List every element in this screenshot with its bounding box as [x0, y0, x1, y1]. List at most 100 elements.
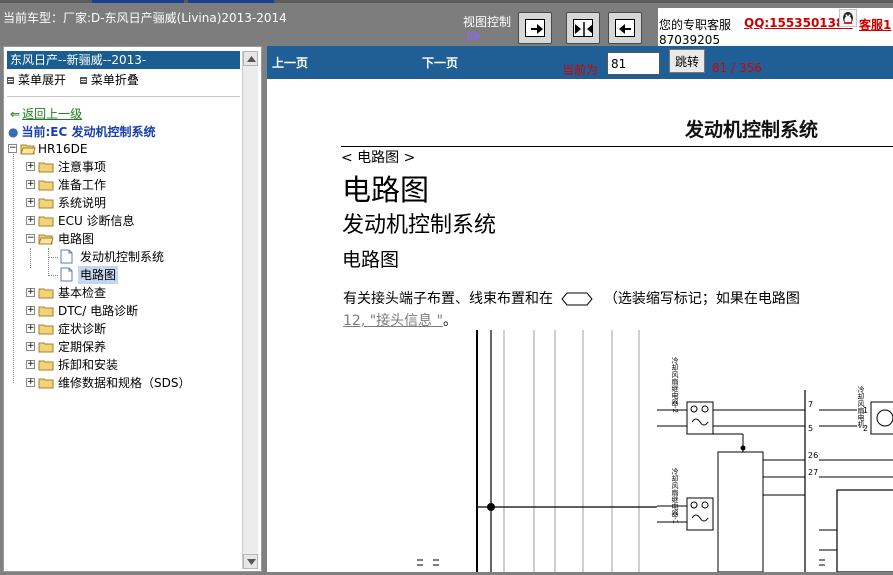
back-link-label: 返回上一级 — [22, 107, 83, 121]
pin-label: 5 — [808, 424, 813, 433]
pin-label: 26 — [808, 451, 818, 460]
doc-heading: 电路图 — [342, 249, 400, 271]
sidebar-scrollbar[interactable] — [242, 51, 258, 569]
tree-connector — [48, 275, 58, 276]
expand-icon[interactable]: + — [26, 324, 35, 333]
expand-icon[interactable]: + — [26, 180, 35, 189]
pin-label: 2 — [863, 424, 868, 433]
tree-connector — [48, 248, 49, 276]
menu-expand-button[interactable]: 菜单展开 — [7, 71, 66, 88]
pin-label: 27 — [808, 468, 818, 477]
document-icon — [60, 267, 73, 282]
view-expand-right-button[interactable] — [518, 12, 552, 44]
prev-page-link[interactable]: 上一页 — [272, 54, 308, 71]
view-split-center-button[interactable] — [566, 12, 600, 44]
service-label: 您的专职客服 — [659, 18, 732, 32]
sidebar-divider — [7, 96, 240, 97]
folder-icon — [38, 360, 54, 371]
qq-penguin-icon — [839, 9, 857, 27]
top-bar: 当前车型：厂家:D-东风日产骊威(Livina)2013-2014 视图控制 您… — [0, 0, 893, 46]
pin-label: 1 — [863, 406, 868, 415]
expand-icon[interactable]: + — [26, 288, 35, 297]
expand-icon[interactable]: + — [26, 360, 35, 369]
tree-node-label: 基本检查 — [58, 286, 107, 300]
folder-icon — [38, 288, 54, 299]
current-page-label: 当前为 — [562, 63, 599, 77]
tree-connector — [30, 248, 31, 268]
sidebar-title: 东风日产--新骊威--2013- — [7, 51, 240, 69]
folder-icon — [38, 198, 54, 209]
document-icon — [60, 249, 73, 264]
folder-open-icon — [38, 234, 54, 245]
doc-paragraph: 有关接头端子布置、线束布置和在 （选装缩写标记；如果在电路图 — [343, 288, 800, 308]
folder-icon — [38, 378, 54, 389]
menu-expand-label: 菜单展开 — [18, 73, 67, 87]
page-count: 81 / 356 — [712, 61, 762, 75]
tree-node-label: ECU 诊断信息 — [58, 214, 135, 228]
scroll-up-button[interactable] — [243, 51, 258, 66]
collapse-icon[interactable]: − — [26, 234, 35, 243]
service-qq-link[interactable]: QQ:1553501388 — [744, 16, 853, 30]
expand-icon[interactable]: + — [26, 378, 35, 387]
menu-collapse-label: 菜单折叠 — [90, 73, 139, 87]
view-control-label: 视图控制 — [463, 15, 512, 29]
tree-node-label: HR16DE — [38, 142, 88, 156]
goto-button[interactable]: 跳转 — [669, 49, 705, 73]
page-navbar: 上一页 下一页 当前为 跳转 81 / 356 — [267, 46, 893, 79]
tree-node-label: 准备工作 — [58, 178, 107, 192]
doc-header-rule — [341, 146, 893, 147]
doc-period: 。 — [443, 313, 458, 329]
scroll-down-button[interactable] — [243, 554, 258, 569]
top-accent-line — [0, 0, 893, 3]
tree-node-label: 维修数据和规格（SDS） — [58, 376, 191, 390]
expand-icon[interactable]: + — [26, 216, 35, 225]
expand-icon[interactable]: + — [26, 306, 35, 315]
menu-collapse-button[interactable]: 菜单折叠 — [79, 71, 139, 88]
current-section: ● 当前:EC 发动机控制系统 — [8, 123, 155, 140]
tree-node-label: 电路图 — [58, 232, 95, 246]
connector-info-link[interactable]: 12, "接头信息 "。 — [343, 310, 457, 330]
sidebar: 东风日产--新骊威--2013- 菜单展开 菜单折叠 ⇐ 返回上一级 ● 当前:EC… — [3, 46, 262, 572]
arrows-inward-icon — [575, 22, 593, 36]
tree-node-label: 系统说明 — [58, 196, 107, 210]
expand-icon[interactable]: + — [26, 198, 35, 207]
car-model-label: 当前车型：厂家:D-东风日产骊威(Livina)2013-2014 — [3, 11, 287, 25]
arrow-left-icon — [619, 24, 631, 34]
relay1-label: 冷却风扇继电器-1 — [671, 467, 679, 524]
relay2-label: 冷却风扇继电器-2 — [671, 356, 679, 413]
doc-section-tag: < 电路图 > — [341, 150, 416, 166]
document-view: 发动机控制系统 < 电路图 > 电路图 发动机控制系统 电路图 有关接头端子布置… — [267, 79, 893, 572]
folder-icon — [38, 324, 54, 335]
folder-icon — [38, 180, 54, 191]
back-arrow-icon: ⇐ — [10, 107, 21, 121]
tree-node-label: 拆卸和安装 — [58, 358, 119, 372]
view-control-arrow-icon — [467, 31, 481, 41]
db-icon: ● — [8, 125, 19, 139]
service-contact-link[interactable]: 客服1 — [859, 16, 891, 33]
folder-open-icon — [20, 144, 36, 155]
folder-icon — [38, 216, 54, 227]
expand-icon[interactable]: + — [26, 162, 35, 171]
arrow-right-icon — [531, 24, 543, 34]
pin-label: 7 — [808, 400, 813, 409]
chevron-down-icon — [247, 559, 256, 565]
doc-title: 电路图 — [342, 173, 430, 207]
menu-icon — [7, 76, 14, 84]
doc-subtitle: 发动机控制系统 — [342, 213, 497, 238]
chevron-up-icon — [247, 56, 256, 62]
doc-paragraph-suffix: （选装缩写标记；如果在电路图 — [603, 291, 800, 307]
collapse-icon[interactable]: − — [8, 144, 17, 153]
page-number-input[interactable] — [607, 52, 660, 75]
view-collapse-left-button[interactable] — [608, 12, 642, 44]
content-panel: 上一页 下一页 当前为 跳转 81 / 356 发动机控制系统 < 电路图 > … — [267, 46, 893, 572]
back-link[interactable]: ⇐ 返回上一级 — [10, 105, 82, 122]
menu-icon — [79, 76, 87, 84]
next-page-link[interactable]: 下一页 — [422, 54, 458, 71]
tree-node-label: DTC/ 电路诊断 — [58, 304, 139, 318]
option-hexagon-icon — [561, 292, 594, 306]
doc-header: 发动机控制系统 — [685, 119, 819, 141]
folder-icon — [38, 162, 54, 173]
expand-icon[interactable]: + — [26, 342, 35, 351]
tree-connector — [13, 149, 14, 383]
folder-icon — [38, 306, 54, 317]
